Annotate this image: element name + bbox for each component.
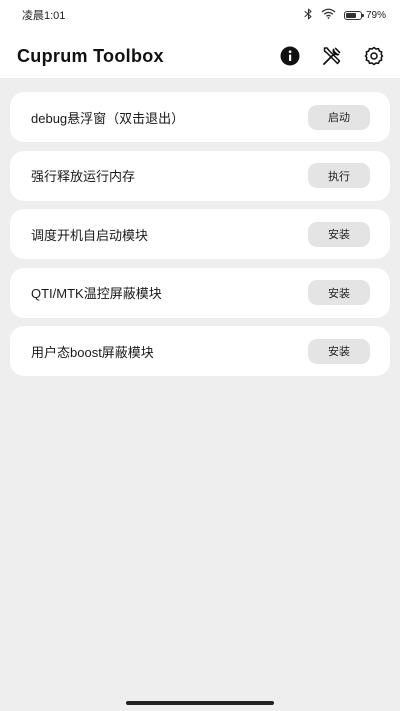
battery-fill xyxy=(345,12,357,18)
item-label: debug悬浮窗（双击退出） xyxy=(31,110,185,126)
info-button[interactable] xyxy=(278,44,302,68)
tools-icon xyxy=(323,47,341,65)
install-button[interactable]: 安装 xyxy=(308,221,370,247)
list-item-boost-block: 用户态boost屏蔽模块 安装 xyxy=(10,326,390,376)
wifi-icon xyxy=(321,8,336,22)
battery-percent: 79% xyxy=(365,9,386,21)
bluetooth-icon xyxy=(304,8,313,23)
start-button[interactable]: 启动 xyxy=(308,104,370,130)
tools-button[interactable] xyxy=(320,44,344,68)
battery-indicator: 79% xyxy=(343,9,386,21)
status-time: 凌晨1:01 xyxy=(22,10,66,22)
list-item-boot-scheduler: 调度开机自启动模块 安装 xyxy=(10,209,390,259)
item-label: 用户态boost屏蔽模块 xyxy=(31,344,154,360)
install-button[interactable]: 安装 xyxy=(308,338,370,364)
app-title: Cuprum Toolbox xyxy=(17,45,164,66)
settings-button[interactable] xyxy=(362,44,386,68)
item-label: 强行释放运行内存 xyxy=(31,169,136,184)
list-item-thermal-block: QTI/MTK温控屏蔽模块 安装 xyxy=(10,267,390,318)
item-label: 调度开机自启动模块 xyxy=(31,227,149,243)
gear-icon xyxy=(364,46,384,66)
status-icons: 79% xyxy=(304,8,386,23)
item-label: QTI/MTK温控屏蔽模块 xyxy=(31,286,162,301)
app-bar: Cuprum Toolbox xyxy=(0,30,400,78)
list-item-free-memory: 强行释放运行内存 执行 xyxy=(10,150,390,201)
battery-icon xyxy=(343,10,364,20)
list-item-debug-window: debug悬浮窗（双击退出） 启动 xyxy=(10,92,390,142)
status-bar: 凌晨1:01 79% xyxy=(0,0,400,30)
app-bar-actions xyxy=(278,44,386,68)
home-indicator[interactable] xyxy=(126,701,274,705)
install-button[interactable]: 安装 xyxy=(308,280,370,305)
info-icon xyxy=(280,46,300,66)
toolbox-list: debug悬浮窗（双击退出） 启动 强行释放运行内存 执行 调度开机自启动模块 … xyxy=(10,92,390,385)
execute-button[interactable]: 执行 xyxy=(308,163,370,188)
